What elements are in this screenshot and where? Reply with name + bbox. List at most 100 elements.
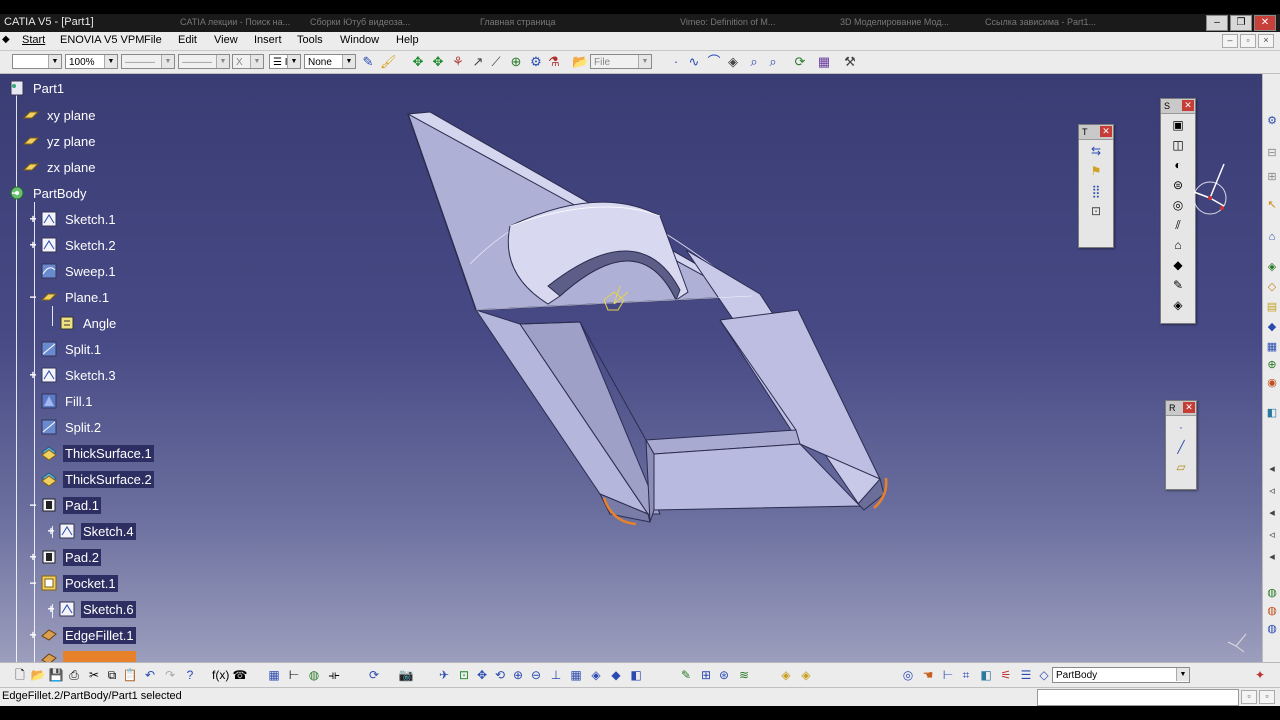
sketcher-icon[interactable]: ⚙: [1265, 114, 1279, 128]
tree-item-yz-plane[interactable]: yz plane: [22, 130, 97, 152]
tree-item-split-1[interactable]: Split.1: [40, 338, 103, 360]
hole-tool-icon[interactable]: ◎: [1169, 196, 1187, 214]
grid-icon[interactable]: ▦: [816, 54, 832, 70]
measure-between-icon[interactable]: ⟛: [326, 667, 342, 683]
constraint-bottom-icon[interactable]: ⊞: [698, 667, 714, 683]
shading-icon[interactable]: ◆: [608, 667, 624, 683]
coords-icon[interactable]: ⌗: [958, 667, 974, 683]
tree-item-split-2[interactable]: Split.2: [40, 416, 103, 438]
open-icon[interactable]: 📂: [30, 667, 46, 683]
menu-view[interactable]: View: [214, 34, 238, 46]
cut-icon[interactable]: ✂: [86, 667, 102, 683]
analysis-icon[interactable]: ⚗: [546, 54, 562, 70]
tree-item-pocket-1[interactable]: Pocket.1: [40, 572, 118, 594]
format-painter-icon[interactable]: 🖌: [380, 54, 397, 70]
shaft-tool-icon[interactable]: ◐: [1169, 156, 1187, 174]
rib-tool-icon[interactable]: ⫽: [1169, 216, 1187, 234]
menu-tools[interactable]: Tools: [297, 34, 323, 46]
more-1-icon[interactable]: ◂: [1265, 462, 1279, 476]
point-type-combo[interactable]: X ▼: [232, 54, 264, 69]
tree-expand-toggle[interactable]: +: [46, 525, 56, 537]
groove-tool-icon[interactable]: ⊜: [1169, 176, 1187, 194]
tree-root[interactable]: Part1: [8, 77, 66, 99]
analysis-bottom-icon[interactable]: ⊛: [716, 667, 732, 683]
status-button-1[interactable]: ▫: [1241, 690, 1257, 704]
draft-icon[interactable]: ▤: [1265, 300, 1279, 314]
tree-item-sketch-3[interactable]: Sketch.3: [40, 364, 118, 386]
remove-face-icon[interactable]: ◉: [1265, 376, 1279, 390]
material-icon[interactable]: ◍: [1265, 586, 1279, 600]
tree-expand-toggle[interactable]: −: [10, 187, 20, 199]
status-button-2[interactable]: ▫: [1259, 690, 1275, 704]
table-icon[interactable]: ▦: [266, 667, 282, 683]
body-selector-icon[interactable]: ◇: [1036, 667, 1052, 683]
sketch-bottom-icon[interactable]: ✎: [678, 667, 694, 683]
thread-icon[interactable]: ⊕: [1265, 358, 1279, 372]
shell-icon[interactable]: ◆: [1265, 320, 1279, 334]
layer-bottom-icon[interactable]: ◧: [978, 667, 994, 683]
tree-item-pad-2[interactable]: Pad.2: [40, 546, 101, 568]
render-icon[interactable]: ◍: [1265, 604, 1279, 618]
loft-tool-icon[interactable]: ✎: [1169, 276, 1187, 294]
rotate-icon[interactable]: ⟲: [492, 667, 508, 683]
menu-insert[interactable]: Insert: [254, 34, 282, 46]
layer-combo[interactable]: None ▼: [304, 54, 356, 69]
surface-icon[interactable]: ◈: [725, 54, 741, 70]
properties-painter-icon[interactable]: ✎: [360, 54, 376, 70]
tree-item-sweep-1[interactable]: Sweep.1: [40, 260, 118, 282]
remove-loft-tool-icon[interactable]: ◈: [1169, 296, 1187, 314]
tree-item-plane-1[interactable]: Plane.1: [40, 286, 111, 308]
move-icon[interactable]: ✥: [430, 54, 446, 70]
print-icon[interactable]: ⎙: [66, 667, 82, 683]
thickness-icon[interactable]: ▦: [1265, 340, 1279, 354]
measure-icon[interactable]: ↗: [470, 54, 486, 70]
formula-icon[interactable]: f(x): [212, 667, 229, 683]
filter-icon[interactable]: ⚟: [998, 667, 1014, 683]
pan-icon[interactable]: ✥: [410, 54, 426, 70]
menu-window[interactable]: Window: [340, 34, 379, 46]
tool-1-icon[interactable]: ◈: [778, 667, 794, 683]
symmetry-icon[interactable]: ⚑: [1087, 162, 1105, 180]
zoom-out-icon[interactable]: ⊖: [528, 667, 544, 683]
measure-bottom-icon[interactable]: ≋: [736, 667, 752, 683]
stiffener-tool-icon[interactable]: ◆: [1169, 256, 1187, 274]
ref-line-icon[interactable]: ╱: [1172, 438, 1190, 456]
pocket-tool-icon[interactable]: ◫: [1169, 136, 1187, 154]
arrow-icon[interactable]: ↖: [1265, 198, 1279, 212]
whats-this-icon[interactable]: ?: [182, 667, 198, 683]
tree-item-sketch-1[interactable]: Sketch.1: [40, 208, 118, 230]
tree-expand-toggle[interactable]: −: [28, 577, 38, 589]
fly-icon[interactable]: ✈: [436, 667, 452, 683]
menu-help[interactable]: Help: [396, 34, 419, 46]
tree-item-edgefillet-1[interactable]: EdgeFillet.1: [40, 624, 136, 646]
tree-expand-toggle[interactable]: +: [28, 551, 38, 563]
sketch-plane-icon[interactable]: ⌂: [1265, 230, 1279, 244]
menu-enovia[interactable]: ENOVIA V5 VPM: [60, 34, 144, 46]
tools-icon[interactable]: ⚒: [842, 54, 858, 70]
tree-item-pad-1[interactable]: Pad.1: [40, 494, 101, 516]
sketch-tool-icon[interactable]: ⊞: [1265, 170, 1279, 184]
tree-item-partbody[interactable]: PartBody: [8, 182, 88, 204]
paste-icon[interactable]: 📋: [122, 667, 138, 683]
more-2-icon[interactable]: ◃: [1265, 484, 1279, 498]
tree-expand-toggle[interactable]: +: [28, 213, 38, 225]
iso-view-icon[interactable]: ◈: [588, 667, 604, 683]
tree-item-thicksurface-1[interactable]: ThickSurface.1: [40, 442, 154, 464]
transparency-combo[interactable]: 100% ▼: [65, 54, 118, 69]
ref-point-icon[interactable]: ·: [1172, 418, 1190, 436]
manipulate-icon[interactable]: ⚙: [528, 54, 544, 70]
tree-expand-toggle[interactable]: +: [46, 603, 56, 615]
hand-icon[interactable]: ☚: [920, 667, 936, 683]
restore-button[interactable]: ❐: [1230, 15, 1252, 31]
transformation-icon[interactable]: ⇆: [1087, 142, 1105, 160]
apply-material-icon[interactable]: ◍: [1265, 622, 1279, 636]
doc-restore-button[interactable]: ▫: [1240, 34, 1256, 48]
3d-viewport[interactable]: Part1 xy plane yz plane zx plane PartBody Sk…: [0, 74, 1262, 662]
lineweight-combo[interactable]: ——— ▼: [178, 54, 230, 69]
doc-minimize-button[interactable]: –: [1222, 34, 1238, 48]
tree-item-thicksurface-2[interactable]: ThickSurface.2: [40, 468, 154, 490]
spin-icon[interactable]: ◎: [900, 667, 916, 683]
linetype-combo[interactable]: ——— ▼: [121, 54, 175, 69]
tree-expand-toggle[interactable]: +: [28, 629, 38, 641]
file-combo[interactable]: File ▼: [590, 54, 652, 69]
